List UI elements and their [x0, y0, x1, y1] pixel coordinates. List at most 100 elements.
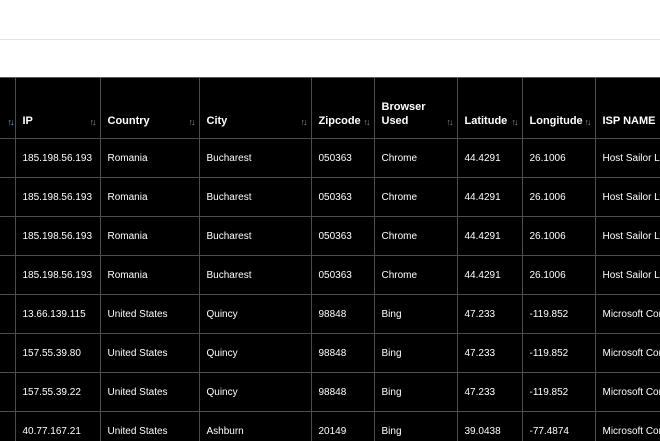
table-row: 40.77.167.21United StatesAshburn20149Bin…: [0, 412, 660, 441]
sort-icon[interactable]: ↑↓: [512, 117, 517, 127]
column-header-label: [0, 128, 15, 138]
cell-city: Ashburn: [199, 412, 311, 441]
cell-zipcode: 98848: [311, 295, 374, 334]
column-header-zipcode[interactable]: Zipcode↑↓: [311, 78, 374, 139]
cell-country: Romania: [100, 256, 199, 295]
cell-ip: 185.198.56.193: [15, 178, 100, 217]
cell-ip: 157.55.39.80: [15, 334, 100, 373]
cell-city: Bucharest: [199, 217, 311, 256]
cell-browser: Bing: [374, 334, 457, 373]
sort-icon[interactable]: ↑↓: [8, 117, 13, 127]
sort-icon[interactable]: ↑↓: [301, 117, 306, 127]
cell-zipcode: 98848: [311, 334, 374, 373]
cell-ip: 13.66.139.115: [15, 295, 100, 334]
cell-city: Quincy: [199, 373, 311, 412]
sort-icon[interactable]: ↑↓: [364, 117, 369, 127]
table-row: 157.55.39.80United StatesQuincy98848Bing…: [0, 334, 660, 373]
cell-ip: 185.198.56.193: [15, 139, 100, 178]
cell-stub: [0, 256, 15, 295]
cell-stub: [0, 217, 15, 256]
cell-latitude: 44.4291: [457, 217, 522, 256]
table-row: 185.198.56.193RomaniaBucharest050363Chro…: [0, 256, 660, 295]
cell-zipcode: 050363: [311, 256, 374, 295]
column-header-browser[interactable]: Browser Used↑↓: [374, 78, 457, 139]
cell-browser: Chrome: [374, 178, 457, 217]
sort-icon[interactable]: ↑↓: [585, 117, 590, 127]
cell-ip: 185.198.56.193: [15, 217, 100, 256]
cell-latitude: 44.4291: [457, 139, 522, 178]
cell-latitude: 44.4291: [457, 178, 522, 217]
cell-city: Quincy: [199, 334, 311, 373]
cell-longitude: 26.1006: [522, 139, 595, 178]
cell-city: Bucharest: [199, 139, 311, 178]
cell-browser: Chrome: [374, 256, 457, 295]
cell-latitude: 47.233: [457, 334, 522, 373]
cell-zipcode: 98848: [311, 373, 374, 412]
cell-stub: [0, 412, 15, 441]
sort-icon[interactable]: ↑↓: [447, 117, 452, 127]
visitor-log-table: ↑↓IP↑↓Country↑↓City↑↓Zipcode↑↓Browser Us…: [0, 78, 660, 441]
cell-ip: 185.198.56.193: [15, 256, 100, 295]
cell-longitude: -119.852: [522, 373, 595, 412]
column-header-label: Country: [108, 114, 199, 138]
cell-browser: Chrome: [374, 139, 457, 178]
cell-longitude: 26.1006: [522, 256, 595, 295]
cell-isp: Microsoft Corporation: [595, 295, 660, 334]
table-row: 185.198.56.193RomaniaBucharest050363Chro…: [0, 217, 660, 256]
cell-stub: [0, 295, 15, 334]
cell-stub: [0, 178, 15, 217]
cell-isp: Microsoft Corporation: [595, 412, 660, 441]
cell-longitude: -119.852: [522, 334, 595, 373]
cell-country: United States: [100, 373, 199, 412]
column-header-stub[interactable]: ↑↓: [0, 78, 15, 139]
cell-isp: Microsoft Corporation: [595, 373, 660, 412]
column-header-label: ISP NAME: [603, 114, 660, 138]
cell-longitude: -77.4874: [522, 412, 595, 441]
sort-icon[interactable]: ↑↓: [189, 117, 194, 127]
data-table-container: ↑↓IP↑↓Country↑↓City↑↓Zipcode↑↓Browser Us…: [0, 77, 660, 441]
cell-ip: 40.77.167.21: [15, 412, 100, 441]
sort-icon[interactable]: ↑↓: [90, 117, 95, 127]
cell-browser: Bing: [374, 412, 457, 441]
cell-isp: Host Sailor Ltd: [595, 217, 660, 256]
cell-city: Quincy: [199, 295, 311, 334]
cell-city: Bucharest: [199, 178, 311, 217]
cell-isp: Host Sailor Ltd: [595, 256, 660, 295]
column-header-city[interactable]: City↑↓: [199, 78, 311, 139]
cell-zipcode: 050363: [311, 139, 374, 178]
table-header-row: ↑↓IP↑↓Country↑↓City↑↓Zipcode↑↓Browser Us…: [0, 78, 660, 139]
column-header-label: Browser Used: [382, 100, 457, 138]
cell-country: United States: [100, 334, 199, 373]
table-row: 185.198.56.193RomaniaBucharest050363Chro…: [0, 139, 660, 178]
cell-latitude: 47.233: [457, 373, 522, 412]
cell-ip: 157.55.39.22: [15, 373, 100, 412]
column-header-latitude[interactable]: Latitude↑↓: [457, 78, 522, 139]
cell-city: Bucharest: [199, 256, 311, 295]
cell-browser: Bing: [374, 295, 457, 334]
cell-country: Romania: [100, 139, 199, 178]
cell-zipcode: 20149: [311, 412, 374, 441]
cell-stub: [0, 373, 15, 412]
table-row: 13.66.139.115United StatesQuincy98848Bin…: [0, 295, 660, 334]
cell-longitude: -119.852: [522, 295, 595, 334]
cell-longitude: 26.1006: [522, 178, 595, 217]
cell-stub: [0, 139, 15, 178]
cell-isp: Host Sailor Ltd: [595, 139, 660, 178]
table-row: 185.198.56.193RomaniaBucharest050363Chro…: [0, 178, 660, 217]
cell-latitude: 47.233: [457, 295, 522, 334]
column-header-longitude[interactable]: Longitude↑↓: [522, 78, 595, 139]
cell-zipcode: 050363: [311, 178, 374, 217]
cell-browser: Bing: [374, 373, 457, 412]
cell-isp: Microsoft Corporation: [595, 334, 660, 373]
column-header-isp[interactable]: ISP NAME↑↓: [595, 78, 660, 139]
column-header-country[interactable]: Country↑↓: [100, 78, 199, 139]
table-row: 157.55.39.22United StatesQuincy98848Bing…: [0, 373, 660, 412]
cell-isp: Host Sailor Ltd: [595, 178, 660, 217]
column-header-label: IP: [23, 114, 100, 138]
column-header-ip[interactable]: IP↑↓: [15, 78, 100, 139]
cell-latitude: 39.0438: [457, 412, 522, 441]
table-body: 185.198.56.193RomaniaBucharest050363Chro…: [0, 139, 660, 441]
cell-stub: [0, 334, 15, 373]
cell-country: United States: [100, 412, 199, 441]
column-header-label: City: [207, 114, 311, 138]
